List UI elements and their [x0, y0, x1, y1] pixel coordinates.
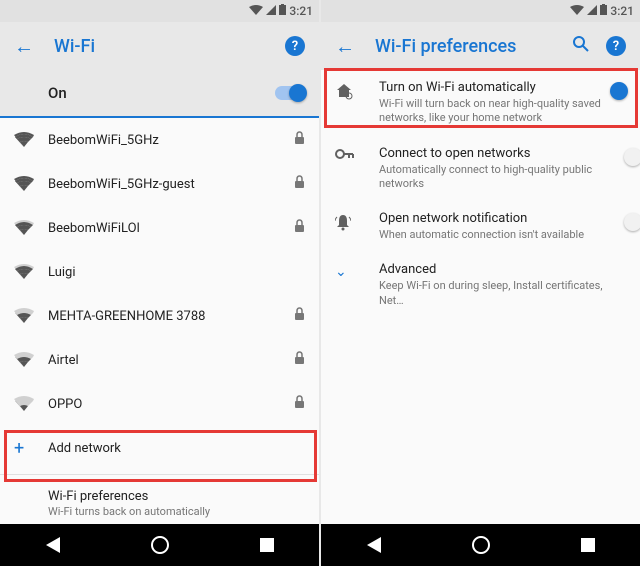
- home-icon: [335, 80, 379, 100]
- network-list: BeebomWiFi_5GHz BeebomWiFi_5GHz-guest Be…: [0, 118, 319, 426]
- pref-open-networks[interactable]: Connect to open networks Automatically c…: [321, 136, 640, 202]
- pref-title: Open network notification: [379, 211, 614, 226]
- network-item[interactable]: MEHTA-GREENHOME 3788: [0, 294, 319, 338]
- phone-right: 3:21 ← Wi-Fi preferences ? Turn on Wi-Fi…: [321, 0, 640, 566]
- navigation-bar: [0, 524, 319, 566]
- content-area: Turn on Wi-Fi automatically Wi-Fi will t…: [321, 70, 640, 524]
- wifi-icon: [14, 176, 48, 192]
- nav-back-icon[interactable]: [46, 537, 60, 553]
- nav-recent-icon[interactable]: [260, 538, 274, 552]
- network-name: OPPO: [48, 397, 82, 412]
- network-item[interactable]: BeebomWiFi_5GHz: [0, 118, 319, 162]
- wifi-icon: [14, 352, 48, 368]
- divider: [0, 474, 319, 475]
- wifi-icon: [14, 396, 48, 412]
- wifi-preferences-item[interactable]: Wi-Fi preferences Wi-Fi turns back on au…: [0, 479, 319, 524]
- pref-open-notification[interactable]: Open network notification When automatic…: [321, 201, 640, 252]
- status-time: 3:21: [289, 4, 313, 18]
- pref-subtitle: Wi-Fi will turn back on near high-qualit…: [379, 97, 614, 126]
- wifi-master-toggle-row[interactable]: On: [0, 70, 319, 118]
- lock-icon: [294, 351, 305, 369]
- network-name: Airtel: [48, 353, 79, 368]
- wifi-toggle-label: On: [48, 84, 67, 102]
- network-name: BeebomWiFi_5GHz: [48, 133, 159, 148]
- add-network-label: Add network: [48, 441, 121, 456]
- back-icon[interactable]: ←: [335, 34, 355, 59]
- status-bar: 3:21: [0, 0, 319, 22]
- network-item[interactable]: OPPO: [0, 382, 319, 426]
- wifi-icon: [14, 132, 48, 148]
- lock-icon: [294, 307, 305, 325]
- lock-icon: [294, 219, 305, 237]
- battery-status-icon: [600, 4, 607, 18]
- bell-icon: [335, 211, 379, 231]
- status-time: 3:21: [610, 4, 634, 18]
- lock-icon: [294, 175, 305, 193]
- app-bar: ← Wi-Fi ?: [0, 22, 319, 70]
- status-bar: 3:21: [321, 0, 640, 22]
- nav-back-icon[interactable]: [367, 537, 381, 553]
- lock-icon: [294, 131, 305, 149]
- wifi-master-switch[interactable]: [275, 86, 305, 100]
- pref-advanced[interactable]: ⌄ Advanced Keep Wi-Fi on during sleep, I…: [321, 252, 640, 318]
- pref-subtitle: Keep Wi-Fi on during sleep, Install cert…: [379, 279, 618, 308]
- nav-recent-icon[interactable]: [581, 538, 595, 552]
- pref-title: Connect to open networks: [379, 146, 614, 161]
- search-icon[interactable]: [572, 35, 590, 58]
- network-name: BeebomWiFiLOl: [48, 221, 140, 236]
- wifi-status-icon: [570, 4, 584, 18]
- network-item[interactable]: Airtel: [0, 338, 319, 382]
- battery-status-icon: [279, 4, 286, 18]
- nav-home-icon[interactable]: [472, 536, 490, 554]
- pref-subtitle: When automatic connection isn't availabl…: [379, 228, 614, 242]
- network-item[interactable]: Luigi: [0, 250, 319, 294]
- network-item[interactable]: BeebomWiFi_5GHz-guest: [0, 162, 319, 206]
- page-title: Wi-Fi preferences: [375, 36, 552, 57]
- network-name: Luigi: [48, 265, 76, 280]
- network-name: BeebomWiFi_5GHz-guest: [48, 177, 195, 192]
- navigation-bar: [321, 524, 640, 566]
- wifi-status-icon: [249, 4, 263, 18]
- pref-title: Advanced: [379, 262, 618, 277]
- signal-status-icon: [266, 4, 276, 18]
- plus-icon: +: [14, 438, 24, 459]
- content-area: On BeebomWiFi_5GHz BeebomWiFi_5GHz-guest…: [0, 70, 319, 524]
- nav-home-icon[interactable]: [151, 536, 169, 554]
- back-icon[interactable]: ←: [14, 34, 34, 59]
- help-icon[interactable]: ?: [606, 36, 626, 56]
- page-title: Wi-Fi: [54, 36, 265, 57]
- app-bar: ← Wi-Fi preferences ?: [321, 22, 640, 70]
- network-name: MEHTA-GREENHOME 3788: [48, 309, 205, 324]
- pref-subtitle: Automatically connect to high-quality pu…: [379, 163, 614, 192]
- network-item[interactable]: BeebomWiFiLOl: [0, 206, 319, 250]
- pref-auto-wifi[interactable]: Turn on Wi-Fi automatically Wi-Fi will t…: [321, 70, 640, 136]
- lock-icon: [294, 395, 305, 413]
- pref-title: Turn on Wi-Fi automatically: [379, 80, 614, 95]
- help-icon[interactable]: ?: [285, 36, 305, 56]
- wifi-icon: [14, 264, 48, 280]
- signal-status-icon: [587, 4, 597, 18]
- add-network-button[interactable]: + Add network: [0, 426, 319, 470]
- wifi-icon: [14, 308, 48, 324]
- phone-left: 3:21 ← Wi-Fi ? On BeebomWiFi_5GHz Beebom…: [0, 0, 319, 566]
- chevron-down-icon: ⌄: [335, 264, 347, 280]
- prefs-title: Wi-Fi preferences: [48, 489, 305, 504]
- key-icon: [335, 146, 379, 160]
- prefs-subtitle: Wi-Fi turns back on automatically: [48, 505, 305, 519]
- wifi-icon: [14, 220, 48, 236]
